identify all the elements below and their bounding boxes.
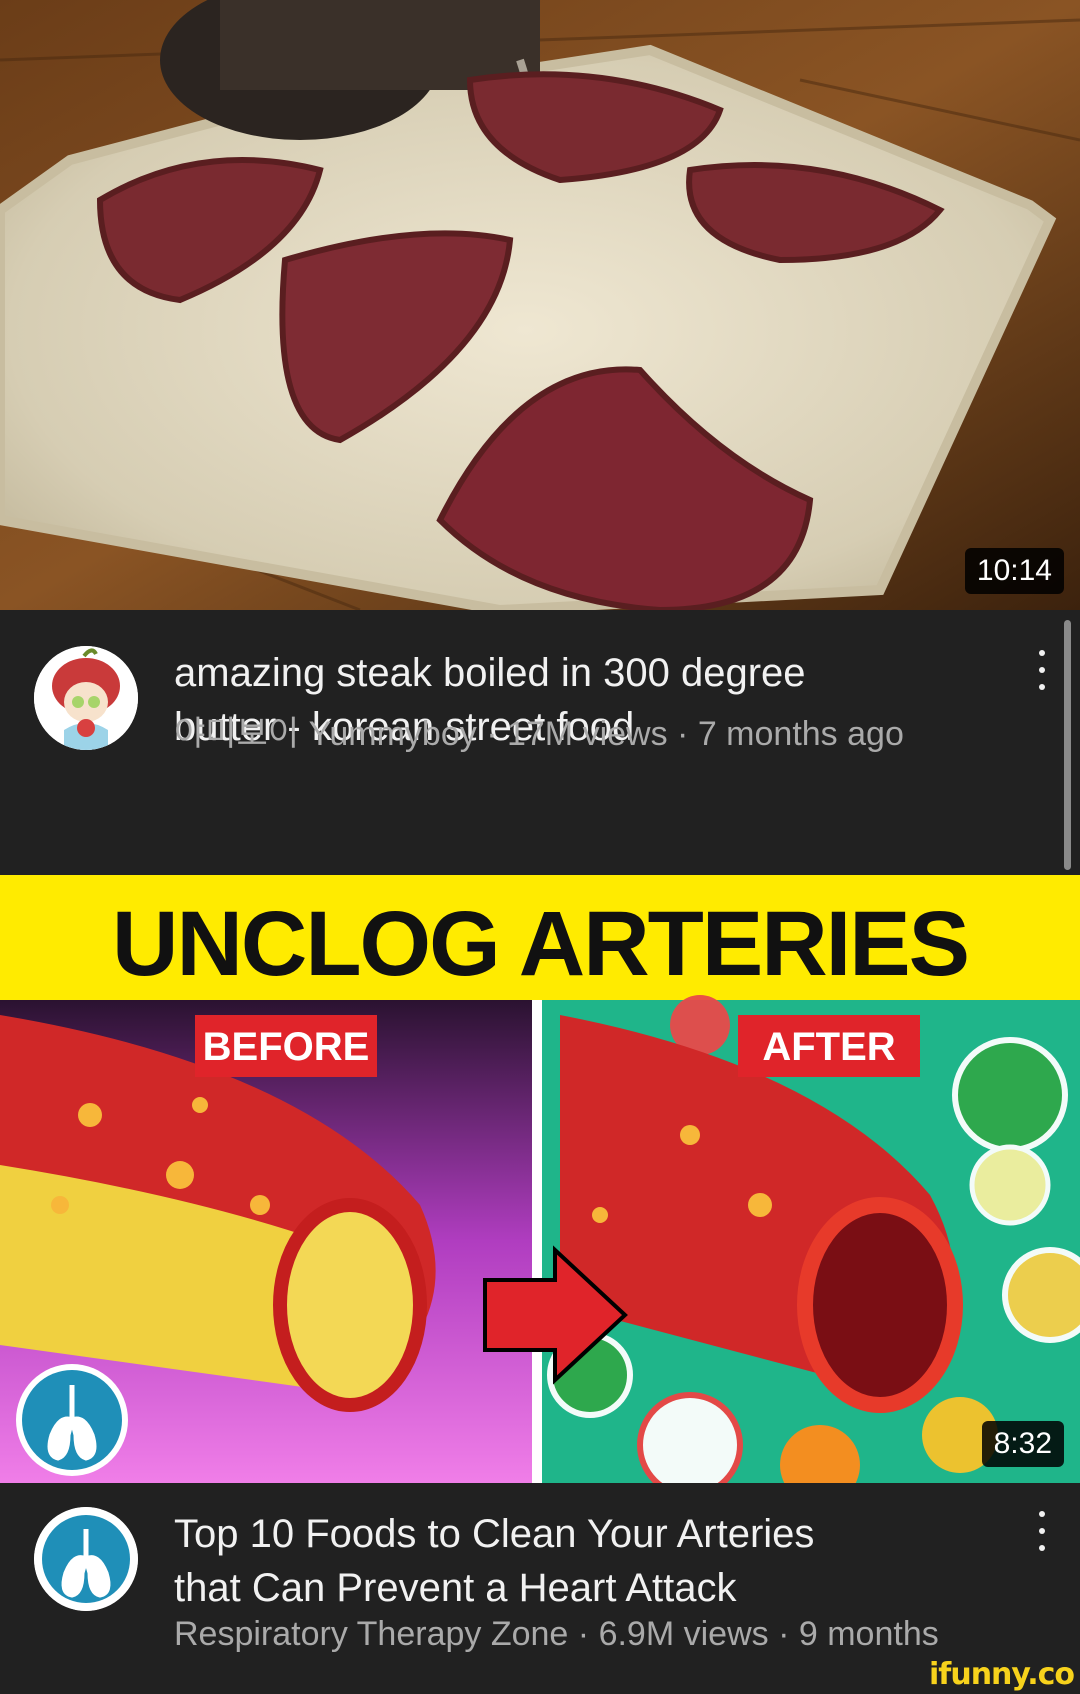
more-options-icon-2[interactable] <box>1030 1511 1054 1551</box>
view-count-2: 6.9M views <box>598 1615 769 1653</box>
video-duration-2: 8:32 <box>981 1421 1064 1467</box>
video-title-1-line1: amazing steak boiled in 300 degree <box>174 651 806 695</box>
video-card-1[interactable]: 10:14 amazing steak boiled in 300 degree… <box>0 0 1080 870</box>
arteries-thumbnail-image: UNCLOG ARTERIES BEFORE AFTER <box>0 875 1080 1483</box>
ifunny-watermark: ifunny.co <box>929 1657 1075 1692</box>
channel-name-1[interactable]: 야미보이 Yummyboy <box>174 715 477 753</box>
separator: · <box>486 715 498 753</box>
cartoon-boy-avatar-icon <box>34 646 138 750</box>
channel-name-2[interactable]: Respiratory Therapy Zone <box>174 1615 568 1653</box>
view-count-1: 17M views <box>506 715 668 753</box>
video-duration-1: 10:14 <box>964 548 1064 594</box>
separator: · <box>677 715 689 753</box>
lungs-avatar-icon <box>34 1507 138 1611</box>
separator: · <box>778 1615 790 1653</box>
thumbnail-heading: UNCLOG ARTERIES <box>112 893 968 995</box>
after-label: AFTER <box>762 1025 895 1069</box>
more-options-icon-1[interactable] <box>1030 650 1054 690</box>
video-title-2[interactable]: Top 10 Foods to Clean Your Arteries that… <box>174 1507 994 1615</box>
video-subline-2: Respiratory Therapy Zone · 6.9M views · … <box>174 1615 939 1654</box>
channel-avatar-yummyboy[interactable] <box>34 646 138 750</box>
upload-age-2: 9 months <box>798 1615 939 1653</box>
video-subline-1: 야미보이 Yummyboy · 17M views · 7 months ago <box>174 706 904 755</box>
before-label: BEFORE <box>203 1025 370 1069</box>
video-title-2-line1: Top 10 Foods to Clean Your Arteries <box>174 1512 815 1556</box>
video-title-2-line2: that Can Prevent a Heart Attack <box>174 1566 737 1610</box>
steak-thumbnail-image <box>0 0 1080 610</box>
video-card-2[interactable]: UNCLOG ARTERIES BEFORE AFTER 8:32 Top 10… <box>0 875 1080 1694</box>
scrollbar[interactable] <box>1064 620 1071 870</box>
separator: · <box>577 1615 590 1653</box>
video-meta-1: amazing steak boiled in 300 degree butte… <box>0 610 1080 870</box>
channel-avatar-respiratory[interactable] <box>34 1507 138 1611</box>
video-meta-2: Top 10 Foods to Clean Your Arteries that… <box>0 1483 1080 1694</box>
video-thumbnail-1[interactable]: 10:14 <box>0 0 1080 610</box>
video-thumbnail-2[interactable]: UNCLOG ARTERIES BEFORE AFTER 8:32 <box>0 875 1080 1483</box>
upload-age-1: 7 months ago <box>697 715 904 753</box>
